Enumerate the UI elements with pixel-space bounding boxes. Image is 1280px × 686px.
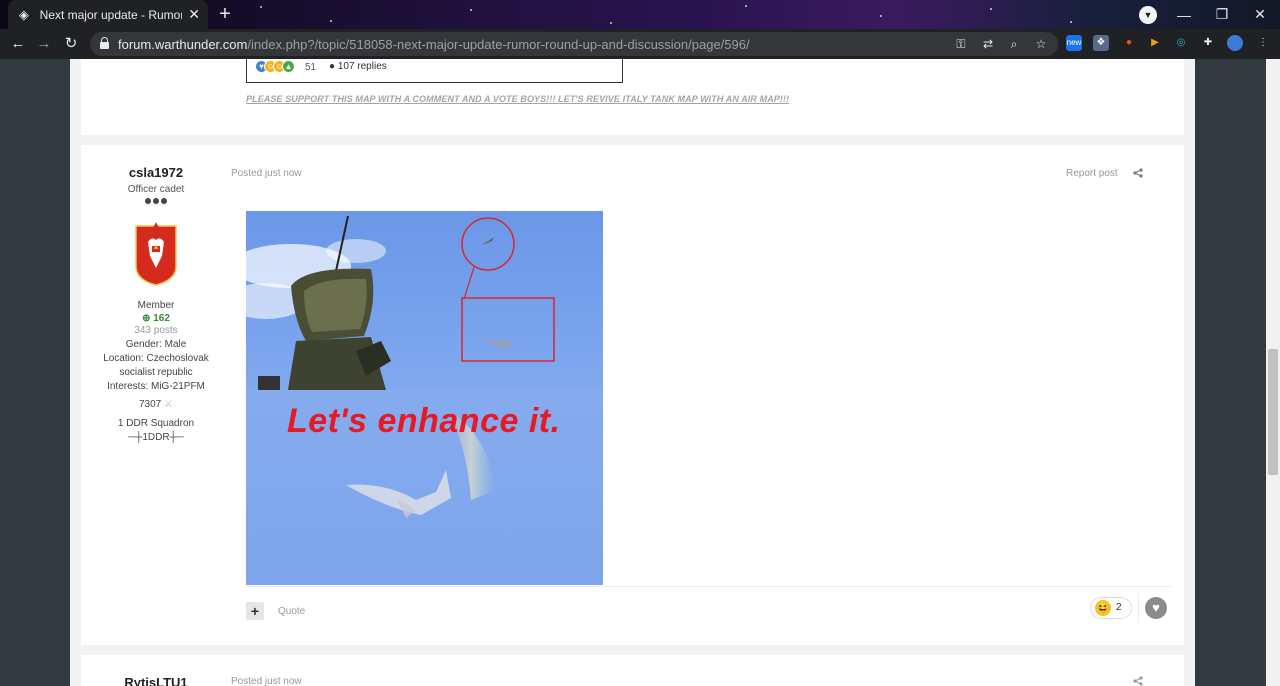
comment-icon: ●: [329, 61, 336, 72]
like-heart-button[interactable]: ♥: [1145, 597, 1167, 619]
next-post: RytisLTU1 Posted just now: [81, 655, 1184, 686]
back-button[interactable]: ←: [8, 34, 28, 54]
image-top-panel: [246, 211, 603, 390]
author-interests: Interests: MiG-21PFM: [107, 381, 205, 392]
author-name[interactable]: csla1972: [81, 165, 231, 180]
previous-post: ♥ ☺ ☺ ▲ 51 ● 107 replies PLEASE SUPPORT …: [81, 59, 1184, 135]
sky-star: [1070, 21, 1072, 23]
post-count: 343 posts: [134, 325, 178, 336]
tab-title: Next major update - Rumor Rour: [39, 7, 183, 22]
author-panel: csla1972 Officer cadet Member ⊕ 162 343 …: [81, 165, 231, 445]
scrollbar-thumb[interactable]: [1268, 349, 1278, 475]
zoom-icon[interactable]: ⌕: [1006, 36, 1022, 52]
forum-post: csla1972 Officer cadet Member ⊕ 162 343 …: [81, 145, 1184, 645]
close-window-button[interactable]: ✕: [1240, 0, 1280, 29]
crossed-swords-icon: ⚔: [164, 399, 173, 410]
reaction-stack: ♥ ☺ ☺ ▲: [255, 60, 295, 73]
share-icon[interactable]: [1133, 168, 1143, 178]
tab-close-icon[interactable]: ✕: [188, 6, 200, 23]
fire-extension-icon[interactable]: ●: [1121, 35, 1137, 51]
author-points: 7307 ⚔: [139, 399, 173, 410]
puzzle-extensions-icon[interactable]: ✚: [1200, 35, 1216, 51]
post-image[interactable]: Let's enhance it.: [246, 211, 603, 585]
reaction-summary[interactable]: 😆 2: [1090, 597, 1132, 619]
reputation-badge: ⊕ 162: [142, 313, 170, 324]
browser-toolbar: ← → ↻ forum.warthunder.com/index.php?/to…: [0, 29, 1280, 59]
vpn-extension-icon[interactable]: ◎: [1173, 35, 1189, 51]
extension-icon[interactable]: ❖: [1093, 35, 1109, 51]
sky-star: [990, 8, 992, 10]
reload-button[interactable]: ↻: [61, 34, 81, 54]
image-caption: Let's enhance it.: [287, 402, 561, 440]
embedded-topic-preview[interactable]: ♥ ☺ ☺ ▲ 51 ● 107 replies: [246, 59, 623, 83]
author-gender: Gender: Male: [125, 339, 187, 350]
page-viewport: ♥ ☺ ☺ ▲ 51 ● 107 replies PLEASE SUPPORT …: [0, 59, 1280, 686]
share-icon[interactable]: [1133, 676, 1143, 686]
author-location-cont: socialist republic: [119, 367, 193, 378]
author-squadron[interactable]: 1 DDR Squadron: [81, 417, 231, 431]
sky-star: [330, 20, 332, 22]
forum-content: ♥ ☺ ☺ ▲ 51 ● 107 replies PLEASE SUPPORT …: [70, 59, 1195, 686]
reaction-count: 2: [1116, 602, 1122, 613]
browser-title-bar: ◈ Next major update - Rumor Rour ✕ + ▼ —…: [0, 0, 1280, 29]
forward-button[interactable]: →: [34, 34, 54, 54]
sky-star: [470, 9, 472, 11]
play-extension-icon[interactable]: ▶: [1147, 35, 1163, 51]
signature-link[interactable]: PLEASE SUPPORT THIS MAP WITH A COMMENT A…: [246, 94, 789, 104]
browser-tab[interactable]: ◈ Next major update - Rumor Rour ✕: [8, 0, 208, 29]
post-divider: [246, 586, 1171, 587]
radar-scene-illustration: [246, 215, 555, 390]
warthunder-favicon-icon: ◈: [18, 6, 29, 22]
upvote-reaction-icon: ▲: [282, 60, 295, 73]
sky-star: [260, 6, 262, 8]
sky-star: [745, 5, 747, 7]
url-text: forum.warthunder.com/index.php?/topic/51…: [118, 37, 750, 52]
author-panel: RytisLTU1: [81, 675, 231, 686]
new-tab-button[interactable]: +: [214, 4, 236, 26]
reaction-separator: [1138, 593, 1139, 623]
replies-count[interactable]: ● 107 replies: [329, 61, 387, 72]
author-name[interactable]: RytisLTU1: [81, 675, 231, 686]
squadron-tag: ─┼1DDR┼─: [128, 432, 184, 443]
lock-icon[interactable]: [100, 37, 109, 50]
laughing-emoji-icon: 😆: [1095, 600, 1111, 616]
media-control-icon[interactable]: ▼: [1139, 6, 1157, 24]
sky-star: [880, 15, 882, 17]
extension-new-icon[interactable]: new: [1066, 35, 1082, 51]
author-location: Location: Czechoslovak: [103, 353, 209, 364]
multiquote-plus-button[interactable]: +: [246, 602, 264, 620]
profile-avatar[interactable]: [1227, 35, 1243, 51]
plus-circle-icon: ⊕: [142, 313, 151, 324]
report-post-link[interactable]: Report post: [1066, 168, 1118, 179]
rank-pips: [81, 198, 231, 204]
maximize-button[interactable]: ❐: [1202, 0, 1242, 29]
author-group: Member: [137, 300, 175, 311]
address-bar[interactable]: forum.warthunder.com/index.php?/topic/51…: [90, 32, 1058, 56]
minimize-button[interactable]: —: [1164, 0, 1204, 29]
key-icon[interactable]: ⚿: [953, 36, 969, 52]
translate-icon[interactable]: ⇄: [980, 36, 996, 52]
post-timestamp[interactable]: Posted just now: [231, 676, 302, 686]
quote-button[interactable]: Quote: [278, 606, 305, 617]
avatar[interactable]: [134, 222, 178, 286]
reaction-count: 51: [305, 62, 317, 73]
page-scrollbar[interactable]: [1266, 59, 1280, 686]
sky-star: [610, 22, 612, 24]
bookmark-star-icon[interactable]: ☆: [1033, 36, 1049, 52]
menu-kebab-icon[interactable]: ⋮: [1255, 35, 1271, 51]
author-rank: Officer cadet: [127, 184, 185, 195]
post-timestamp[interactable]: Posted just now: [231, 168, 302, 179]
